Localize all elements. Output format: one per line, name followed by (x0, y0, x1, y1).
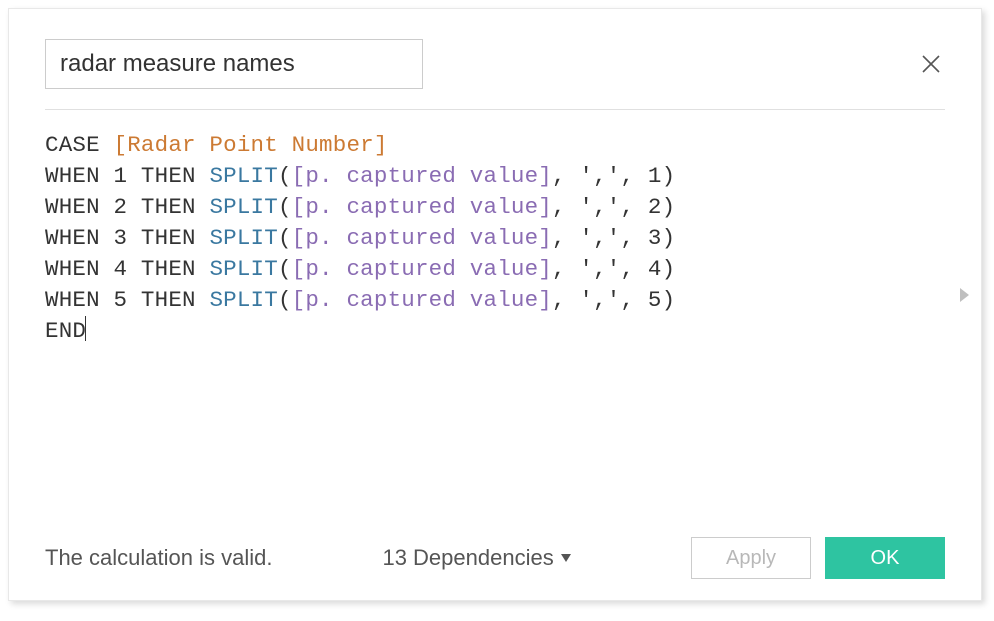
chevron-down-icon (560, 553, 572, 563)
when-value: 5 (114, 287, 128, 313)
keyword-end: END (45, 318, 86, 344)
paren-open: ( (278, 256, 292, 282)
keyword-when: WHEN (45, 194, 100, 220)
split-index: 5 (648, 287, 662, 313)
close-icon (921, 54, 941, 74)
comma: , (552, 256, 579, 282)
formula-editor[interactable]: CASE [Radar Point Number] WHEN 1 THEN SP… (45, 130, 945, 347)
paren-open: ( (278, 225, 292, 251)
comma: , (552, 194, 579, 220)
text-caret (85, 316, 86, 341)
paren-close: ) (662, 287, 676, 313)
separator-literal: ',' (579, 287, 620, 313)
keyword-when: WHEN (45, 225, 100, 251)
ok-label: OK (871, 547, 900, 570)
when-value: 4 (114, 256, 128, 282)
comma: , (621, 287, 648, 313)
comma: , (621, 163, 648, 189)
keyword-when: WHEN (45, 287, 100, 313)
ok-button[interactable]: OK (825, 537, 945, 579)
calculated-field-dialog: CASE [Radar Point Number] WHEN 1 THEN SP… (8, 8, 982, 601)
param-captured-value: [p. captured value] (292, 225, 552, 251)
param-captured-value: [p. captured value] (292, 163, 552, 189)
field-name-input[interactable] (45, 39, 423, 89)
keyword-then: THEN (141, 225, 196, 251)
keyword-then: THEN (141, 287, 196, 313)
apply-label: Apply (726, 547, 776, 570)
scroll-right-button[interactable] (957, 286, 971, 304)
dependencies-label: 13 Dependencies (382, 545, 553, 571)
paren-open: ( (278, 287, 292, 313)
when-value: 2 (114, 194, 128, 220)
paren-close: ) (662, 256, 676, 282)
paren-close: ) (662, 163, 676, 189)
param-captured-value: [p. captured value] (292, 194, 552, 220)
formula-editor-container: CASE [Radar Point Number] WHEN 1 THEN SP… (45, 130, 945, 528)
function-split: SPLIT (209, 287, 278, 313)
comma: , (552, 163, 579, 189)
split-index: 3 (648, 225, 662, 251)
separator-literal: ',' (579, 256, 620, 282)
field-radar-point-number: [Radar Point Number] (114, 132, 388, 158)
dialog-footer: The calculation is valid. 13 Dependencie… (45, 538, 945, 578)
keyword-then: THEN (141, 194, 196, 220)
paren-open: ( (278, 194, 292, 220)
split-index: 2 (648, 194, 662, 220)
paren-open: ( (278, 163, 292, 189)
param-captured-value: [p. captured value] (292, 287, 552, 313)
param-captured-value: [p. captured value] (292, 256, 552, 282)
when-value: 1 (114, 163, 128, 189)
keyword-when: WHEN (45, 163, 100, 189)
function-split: SPLIT (209, 256, 278, 282)
close-button[interactable] (917, 50, 945, 78)
apply-button[interactable]: Apply (691, 537, 811, 579)
function-split: SPLIT (209, 194, 278, 220)
split-index: 4 (648, 256, 662, 282)
separator-literal: ',' (579, 194, 620, 220)
comma: , (552, 225, 579, 251)
separator-literal: ',' (579, 225, 620, 251)
comma: , (621, 225, 648, 251)
dependencies-dropdown[interactable]: 13 Dependencies (382, 545, 571, 571)
keyword-then: THEN (141, 256, 196, 282)
paren-close: ) (662, 225, 676, 251)
chevron-right-icon (957, 286, 971, 304)
split-index: 1 (648, 163, 662, 189)
comma: , (552, 287, 579, 313)
comma: , (621, 256, 648, 282)
keyword-case: CASE (45, 132, 100, 158)
separator-literal: ',' (579, 163, 620, 189)
divider (45, 109, 945, 110)
function-split: SPLIT (209, 163, 278, 189)
comma: , (621, 194, 648, 220)
paren-close: ) (662, 194, 676, 220)
validation-status: The calculation is valid. (45, 545, 272, 571)
keyword-then: THEN (141, 163, 196, 189)
keyword-when: WHEN (45, 256, 100, 282)
dialog-header (45, 39, 945, 89)
function-split: SPLIT (209, 225, 278, 251)
when-value: 3 (114, 225, 128, 251)
